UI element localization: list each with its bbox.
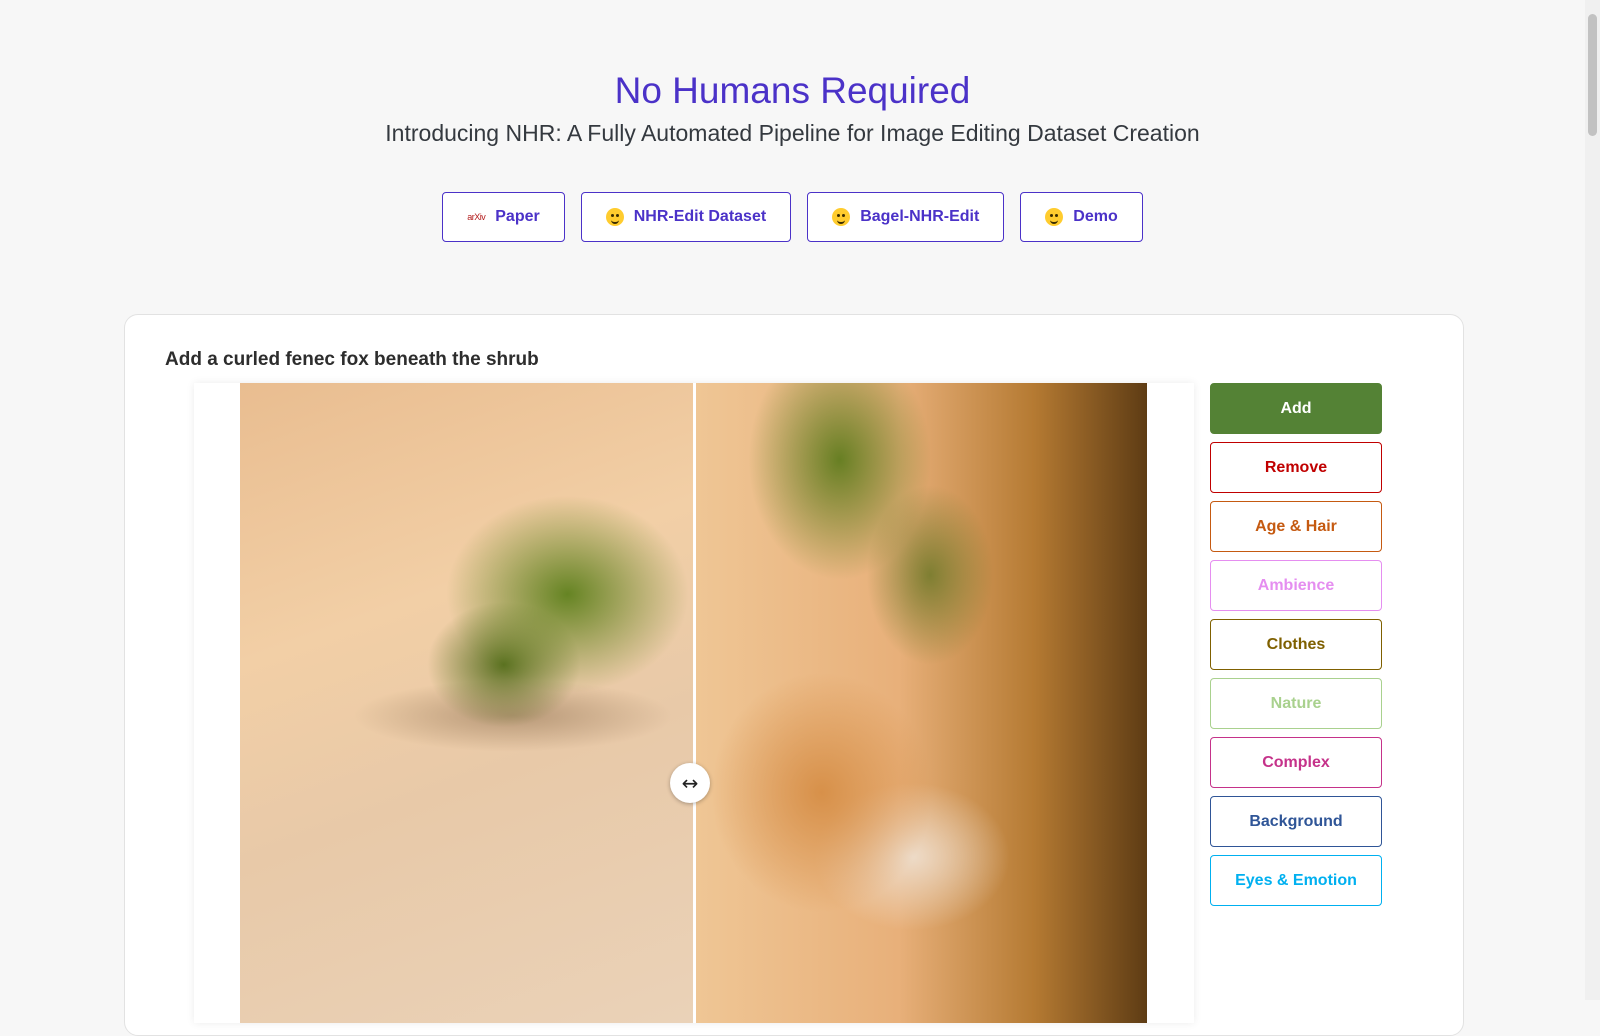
bagel-nhr-edit-button-label: Bagel-NHR-Edit	[860, 208, 980, 225]
comparison-divider[interactable]	[693, 383, 696, 1023]
category-nature-button[interactable]: Nature	[1210, 678, 1382, 729]
category-ambience-button[interactable]: Ambience	[1210, 560, 1382, 611]
category-eyes-emotion-button[interactable]: Eyes & Emotion	[1210, 855, 1382, 906]
edit-caption: Add a curled fenec fox beneath the shrub	[165, 349, 539, 370]
comparison-slider-handle[interactable]: ↔	[670, 763, 710, 803]
horizontal-arrows-icon: ↔	[681, 771, 699, 795]
arxiv-icon: arXiv	[467, 212, 486, 222]
paper-button-label: Paper	[495, 208, 540, 225]
hugging-face-icon	[832, 208, 851, 226]
category-add-button[interactable]: Add	[1210, 383, 1382, 434]
nhr-edit-dataset-button-label: NHR-Edit Dataset	[633, 208, 767, 225]
nhr-edit-dataset-button[interactable]: NHR-Edit Dataset	[580, 192, 792, 242]
bagel-nhr-edit-button[interactable]: Bagel-NHR-Edit	[807, 192, 1005, 242]
image-comparison-viewer[interactable]: ↔	[194, 383, 1194, 1023]
comparison-image-area: ↔	[240, 383, 1147, 1023]
category-background-button[interactable]: Background	[1210, 796, 1382, 847]
after-image	[695, 383, 1147, 1023]
page-subtitle: Introducing NHR: A Fully Automated Pipel…	[385, 120, 1200, 146]
category-remove-button[interactable]: Remove	[1210, 442, 1382, 493]
example-card: Add a curled fenec fox beneath the shrub…	[124, 314, 1464, 1036]
link-buttons: arXiv Paper NHR-Edit Dataset Bagel-NHR-E…	[0, 192, 1585, 242]
category-clothes-button[interactable]: Clothes	[1210, 619, 1382, 670]
category-age-hair-button[interactable]: Age & Hair	[1210, 501, 1382, 552]
demo-button-label: Demo	[1073, 208, 1118, 225]
scrollbar-thumb[interactable]	[1588, 14, 1597, 136]
category-complex-button[interactable]: Complex	[1210, 737, 1382, 788]
before-image	[240, 383, 695, 1023]
paper-button[interactable]: arXiv Paper	[442, 192, 565, 242]
demo-button[interactable]: Demo	[1020, 192, 1143, 242]
page-title: No Humans Required	[614, 70, 971, 111]
hugging-face-icon	[1045, 208, 1064, 226]
category-list: Add Remove Age & Hair Ambience Clothes N…	[1210, 383, 1382, 906]
page-scrollbar[interactable]	[1585, 0, 1600, 1000]
hugging-face-icon	[605, 208, 624, 226]
